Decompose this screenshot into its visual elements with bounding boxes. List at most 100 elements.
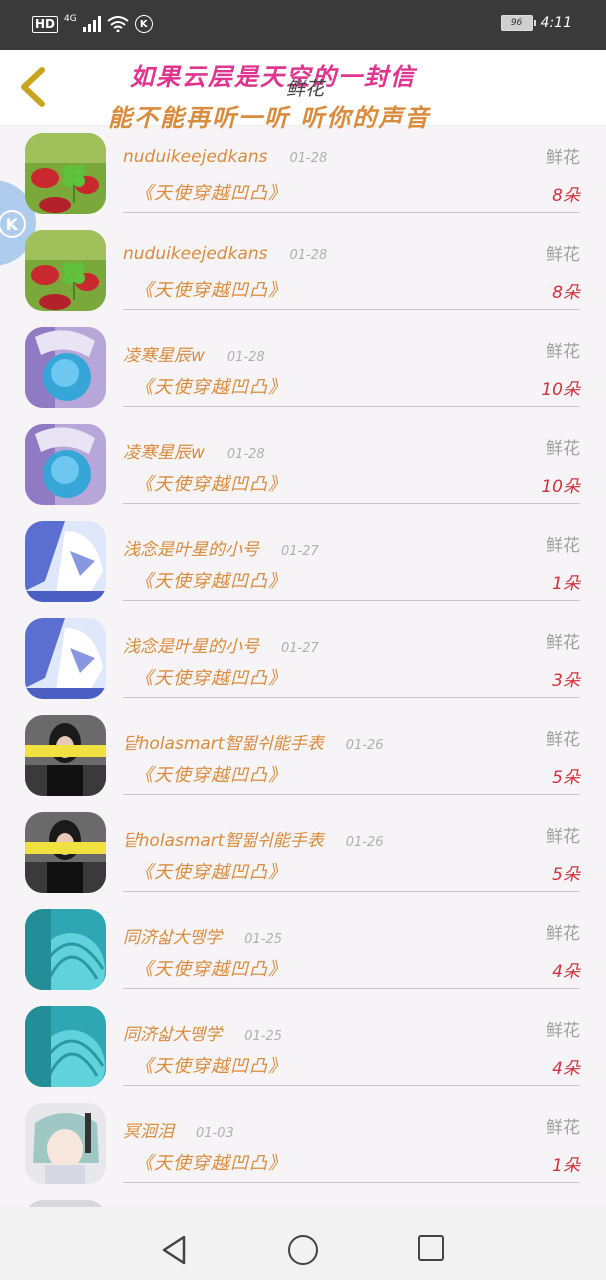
send-date: 01-28 [289, 151, 328, 166]
song-title: 《天使穿越凹凸》 [135, 474, 287, 495]
gift-type: 鲜花 [546, 439, 580, 459]
nav-home-icon[interactable] [288, 1235, 318, 1265]
list-item-info: 凌寒星辰w 01-28 鲜花 《天使穿越凹凸》 10朵 [123, 319, 580, 407]
send-date: 01-27 [281, 641, 319, 656]
gift-type: 鲜花 [546, 148, 580, 168]
sender-name: 댵holasmart智뛺쉬能手表 01-26 [123, 734, 384, 754]
flower-count: 4朵 [552, 1059, 580, 1079]
list-item[interactable]: 浅念是叶星的小号 01-27 鲜花 《天使穿越凹凸》 1朵 [0, 513, 606, 610]
song-title: 《天使穿越凹凸》 [135, 862, 287, 883]
sender-name: 同济삷大뗑学 01-25 [123, 928, 283, 948]
song-title: 《天使穿越凹凸》 [135, 1153, 287, 1174]
k-app-icon: K [134, 15, 153, 33]
nav-back-icon[interactable] [160, 1234, 190, 1266]
list-item[interactable]: 凌寒星辰w 01-28 鲜花 《天使穿越凹凸》 10朵 [0, 416, 606, 513]
list-item[interactable]: 同济삷大뗑学 01-25 鲜花 《天使穿越凹凸》 4朵 [0, 998, 606, 1095]
list-item[interactable]: 冥洄泪 01-03 鲜花 《天使穿越凹凸》 1朵 [0, 1095, 606, 1192]
gift-type: 鲜花 [546, 924, 580, 944]
list-item-info: 同济삷大뗑学 01-25 鲜花 《天使穿越凹凸》 4朵 [123, 998, 580, 1086]
gift-type: 鲜花 [546, 1021, 580, 1041]
list-item-info: 凌寒星辰w 01-28 鲜花 《天使穿越凹凸》 10朵 [123, 416, 580, 504]
send-date: 01-25 [244, 932, 283, 947]
page-title: 鲜花 [286, 78, 325, 100]
list-item[interactable]: 同济삷大뗑学 01-25 鲜花 《天使穿越凹凸》 4朵 [0, 901, 606, 998]
song-title: 《天使穿越凹凸》 [135, 377, 287, 398]
list-item-info: 浅念是叶星的小号 01-27 鲜花 《天使穿越凹凸》 1朵 [123, 513, 580, 601]
flower-count: 5朵 [552, 768, 580, 788]
sender-name: 凌寒星辰w 01-28 [123, 443, 265, 463]
flower-count: 3朵 [552, 671, 580, 691]
list-item-info: 冥洄泪 01-03 鲜花 《天使穿越凹凸》 1朵 [123, 1095, 580, 1183]
send-date: 01-26 [345, 738, 384, 753]
network-type: 4G [64, 14, 77, 24]
avatar[interactable] [25, 1103, 106, 1184]
flower-count: 8朵 [552, 283, 580, 303]
flower-count: 10朵 [541, 380, 580, 400]
avatar[interactable] [25, 521, 106, 602]
sender-name: 浅念是叶星的小号 01-27 [123, 540, 319, 560]
avatar[interactable] [25, 1200, 106, 1207]
gift-record-list[interactable]: nuduikeejedkans 01-28 鲜花 《天使穿越凹凸》 8朵 nudu… [0, 125, 606, 1207]
list-item-info: nuduikeejedkans 01-28 鲜花 《天使穿越凹凸》 8朵 [123, 222, 580, 310]
list-item-partial[interactable] [0, 1192, 606, 1207]
status-bar: HD 4G K 96 4:11 [0, 0, 606, 50]
send-date: 01-28 [289, 248, 328, 263]
list-item[interactable]: 浅念是叶星的小号 01-27 鲜花 《天使穿越凹凸》 3朵 [0, 610, 606, 707]
hd-badge: HD [32, 15, 59, 33]
send-date: 01-28 [226, 350, 265, 365]
avatar[interactable] [25, 424, 106, 505]
avatar[interactable] [25, 133, 106, 214]
song-title: 《天使穿越凹凸》 [135, 1056, 287, 1077]
back-arrow-icon[interactable] [14, 65, 54, 109]
avatar[interactable] [25, 909, 106, 990]
sender-name: 浅念是叶星的小号 01-27 [123, 637, 319, 657]
gift-type: 鲜花 [546, 633, 580, 653]
gift-type: 鲜花 [546, 730, 580, 750]
song-title: 《天使穿越凹凸》 [135, 765, 287, 786]
flower-count: 1朵 [552, 574, 580, 594]
list-item-info: nuduikeejedkans 01-28 鲜花 《天使穿越凹凸》 8朵 [123, 125, 580, 213]
song-title: 《天使穿越凹凸》 [135, 183, 287, 204]
signal-icon [82, 16, 101, 32]
sender-name: 댵holasmart智뛺쉬能手表 01-26 [123, 831, 384, 851]
send-date: 01-26 [345, 835, 384, 850]
sender-name: nuduikeejedkans 01-28 [123, 244, 328, 264]
list-item[interactable]: nuduikeejedkans 01-28 鲜花 《天使穿越凹凸》 8朵 [0, 125, 606, 222]
wifi-icon [107, 16, 129, 32]
flower-count: 8朵 [552, 186, 580, 206]
sender-name: 冥洄泪 01-03 [123, 1122, 234, 1142]
list-item-info: 同济삷大뗑学 01-25 鲜花 《天使穿越凹凸》 4朵 [123, 901, 580, 989]
clock: 4:11 [540, 15, 572, 31]
gift-type: 鲜花 [546, 827, 580, 847]
flower-count: 10朵 [541, 477, 580, 497]
list-item-info: 댵holasmart智뛺쉬能手表 01-26 鲜花 《天使穿越凹凸》 5朵 [123, 707, 580, 795]
nav-recents-icon[interactable] [418, 1235, 444, 1261]
lyric-line-1: 如果云层是天空的一封信 [130, 62, 416, 91]
gift-type: 鲜花 [546, 536, 580, 556]
gift-type: 鲜花 [546, 342, 580, 362]
avatar[interactable] [25, 327, 106, 408]
flower-count: 1朵 [552, 1156, 580, 1176]
flower-count: 4朵 [552, 962, 580, 982]
list-item[interactable]: nuduikeejedkans 01-28 鲜花 《天使穿越凹凸》 8朵 [0, 222, 606, 319]
avatar[interactable] [25, 715, 106, 796]
send-date: 01-27 [281, 544, 319, 559]
song-title: 《天使穿越凹凸》 [135, 571, 287, 592]
list-item[interactable]: 凌寒星辰w 01-28 鲜花 《天使穿越凹凸》 10朵 [0, 319, 606, 416]
list-item-info: 浅念是叶星的小号 01-27 鲜花 《天使穿越凹凸》 3朵 [123, 610, 580, 698]
sender-name: nuduikeejedkans 01-28 [123, 147, 328, 167]
list-item[interactable]: 댵holasmart智뛺쉬能手表 01-26 鲜花 《天使穿越凹凸》 5朵 [0, 804, 606, 901]
song-title: 《天使穿越凹凸》 [135, 280, 287, 301]
avatar[interactable] [25, 230, 106, 311]
battery-icon: 96 [500, 15, 536, 31]
avatar[interactable] [25, 812, 106, 893]
gift-type: 鲜花 [546, 245, 580, 265]
gift-type: 鲜花 [546, 1118, 580, 1138]
status-left: HD 4G K [32, 14, 153, 33]
list-item[interactable]: 댵holasmart智뛺쉬能手表 01-26 鲜花 《天使穿越凹凸》 5朵 [0, 707, 606, 804]
flower-count: 5朵 [552, 865, 580, 885]
avatar[interactable] [25, 618, 106, 699]
sender-name: 凌寒星辰w 01-28 [123, 346, 265, 366]
avatar[interactable] [25, 1006, 106, 1087]
status-right: 96 4:11 [500, 15, 572, 31]
